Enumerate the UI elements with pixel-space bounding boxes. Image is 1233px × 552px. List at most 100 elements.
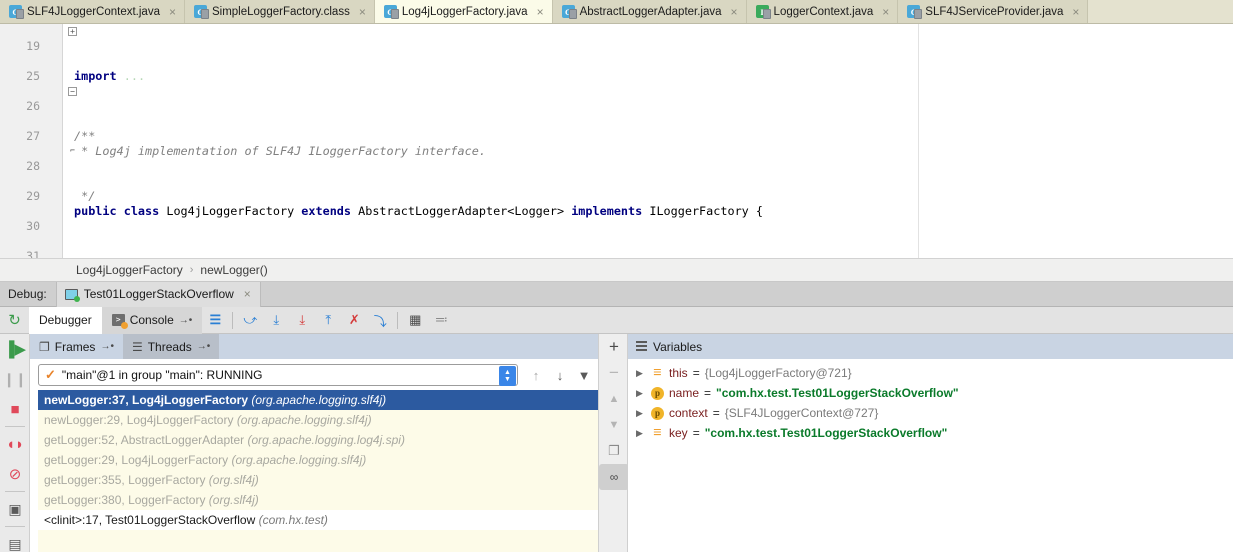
filter-frames-icon[interactable]: ▼ [574, 368, 594, 383]
watches-icon[interactable]: ∞ [599, 464, 629, 490]
pin-icon[interactable]: →• [197, 341, 211, 352]
editor-tab-slf4jloggercontext[interactable]: C SLF4JLoggerContext.java × [0, 0, 185, 23]
pin-icon[interactable]: →• [179, 315, 193, 326]
add-watch-icon[interactable]: + [599, 334, 629, 360]
chevron-right-icon[interactable]: ▶ [636, 383, 646, 403]
tab-label: AbstractLoggerAdapter.java [579, 5, 722, 18]
table-row[interactable]: getLogger:29, Log4jLoggerFactory (org.ap… [38, 450, 598, 470]
tab-debugger-label: Debugger [39, 313, 92, 327]
variable-name: this [669, 366, 688, 380]
frame-package: (org.apache.logging.slf4j) [231, 453, 367, 467]
ide-window: C SLF4JLoggerContext.java × C SimpleLogg… [0, 0, 1233, 552]
run-to-cursor-icon[interactable]: ⤵ [367, 307, 393, 334]
previous-frame-icon[interactable]: ↑ [526, 368, 546, 383]
rerun-icon[interactable]: ↻ [0, 307, 29, 334]
table-row[interactable]: newLogger:37, Log4jLoggerFactory (org.ap… [38, 390, 598, 410]
thread-running-check-icon: ✓ [45, 367, 56, 382]
tab-close-icon[interactable]: × [881, 6, 890, 18]
close-icon[interactable]: × [243, 288, 252, 300]
table-row[interactable]: newLogger:29, Log4jLoggerFactory (org.ap… [38, 410, 598, 430]
debug-session-tab[interactable]: Test01LoggerStackOverflow × [55, 281, 261, 307]
remove-watch-icon[interactable]: − [599, 360, 629, 386]
pin-icon[interactable]: →• [100, 341, 114, 352]
stop-icon[interactable]: ■ [0, 394, 30, 424]
variable-equals: = [692, 366, 700, 380]
fold-collapse-icon[interactable]: − [68, 87, 77, 96]
tab-label: Log4jLoggerFactory.java [401, 5, 528, 18]
layout-icon[interactable]: ▤ [0, 529, 30, 552]
move-down-icon[interactable]: ▼ [599, 412, 629, 438]
force-step-into-icon[interactable]: ⤓ [289, 307, 315, 334]
java-class-icon: C [9, 5, 24, 19]
evaluate-expression-icon[interactable]: ▦ [402, 307, 428, 334]
variable-parameter-icon: p [651, 406, 664, 420]
tab-console[interactable]: > Console →• [101, 306, 203, 334]
drop-frame-icon[interactable]: ✗ [341, 307, 367, 334]
step-into-icon[interactable]: ⤓ [263, 307, 289, 334]
editor-tab-simpleloggerfactory[interactable]: C SimpleLoggerFactory.class × [184, 0, 375, 23]
resume-program-icon[interactable]: ▐▶ [0, 334, 30, 364]
table-row[interactable]: getLogger:355, LoggerFactory (org.slf4j) [38, 470, 598, 490]
pause-program-icon[interactable]: ❙❙ [0, 364, 30, 394]
editor-tab-bar: C SLF4JLoggerContext.java × C SimpleLogg… [0, 0, 1233, 24]
tab-close-icon[interactable]: × [536, 6, 545, 18]
tab-debugger[interactable]: Debugger [29, 306, 102, 334]
tab-close-icon[interactable]: × [168, 6, 177, 18]
chevron-down-icon: ▼ [504, 376, 511, 383]
fold-expand-icon[interactable]: + [68, 27, 77, 36]
chevron-right-icon[interactable]: ▶ [636, 403, 646, 423]
tab-close-icon[interactable]: × [1071, 6, 1080, 18]
editor-tab-abstractloggeradapter[interactable]: C AbstractLoggerAdapter.java × [552, 0, 747, 23]
frame-package: (org.slf4j) [208, 493, 259, 507]
step-out-icon[interactable]: ⤒ [315, 307, 341, 334]
java-class-icon: C [561, 5, 577, 19]
mute-breakpoints-icon[interactable]: ⊘ [0, 459, 30, 489]
editor-tab-log4jloggerfactory[interactable]: C Log4jLoggerFactory.java × [374, 0, 553, 23]
table-row[interactable]: getLogger:52, AbstractLoggerAdapter (org… [38, 430, 598, 450]
code-editor[interactable]: 19 + import ... 25 26 − /** 27 * Log4j i… [0, 24, 1233, 258]
rail-separator [4, 526, 25, 527]
variable-row-key[interactable]: ▶ key = "com.hx.test.Test01LoggerStackOv… [628, 423, 1233, 443]
variable-equals: = [704, 386, 712, 400]
frame-method: <clinit>:17, Test01LoggerStackOverflow [44, 513, 256, 527]
toolbar-separator [397, 311, 399, 329]
tab-close-icon[interactable]: × [358, 6, 367, 18]
mute-breakpoints-icon[interactable]: ☰ [202, 307, 228, 334]
thread-selector-value: "main"@1 in group "main": RUNNING [61, 368, 263, 382]
variable-row-this[interactable]: ▶ this = {Log4jLoggerFactory@721} [628, 363, 1233, 383]
debug-label: Debug: [8, 287, 47, 301]
debug-session-icon [64, 288, 80, 302]
breadcrumb-class[interactable]: Log4jLoggerFactory [76, 263, 183, 277]
frames-panel: ❐ Frames →• ☰ Threads →• ✓ "main"@1 in g… [30, 334, 598, 552]
variable-row-context[interactable]: ▶ p context = {SLF4JLoggerContext@727} [628, 403, 1233, 423]
breadcrumb-method[interactable]: newLogger() [200, 263, 267, 277]
code-line-29: 29 public class Log4jLoggerFactory exten… [0, 174, 1233, 218]
toolbar-separator [232, 311, 234, 329]
move-up-icon[interactable]: ▲ [599, 386, 629, 412]
settings-icon[interactable]: ≕ [428, 307, 454, 334]
chevron-right-icon[interactable]: ▶ [636, 423, 646, 443]
view-breakpoints-icon[interactable]: ◖◗ [0, 429, 30, 459]
table-row[interactable]: getLogger:380, LoggerFactory (org.slf4j) [38, 490, 598, 510]
screenshot-icon[interactable]: ▣ [0, 494, 30, 524]
frames-icon: ❐ [39, 339, 50, 354]
variable-row-name[interactable]: ▶ p name = "com.hx.test.Test01LoggerStac… [628, 383, 1233, 403]
code-line-30: 30 [0, 204, 1233, 233]
thread-selector[interactable]: ✓ "main"@1 in group "main": RUNNING ▲ ▼ [38, 364, 518, 386]
chevron-right-icon[interactable]: ▶ [636, 363, 646, 383]
copy-icon[interactable]: ❐ [599, 438, 629, 464]
editor-tab-loggercontext[interactable]: I LoggerContext.java × [746, 0, 899, 23]
step-over-icon[interactable]: ⤻ [237, 307, 263, 334]
next-frame-icon[interactable]: ↓ [550, 368, 570, 383]
line-number: 19 [26, 39, 40, 53]
editor-tab-slf4jserviceprovider[interactable]: C SLF4JServiceProvider.java × [898, 0, 1089, 23]
tab-frames[interactable]: ❐ Frames →• [30, 334, 123, 359]
debug-left-rail: ▐▶ ❙❙ ■ ◖◗ ⊘ ▣ ▤ ▮ [0, 334, 30, 552]
table-row[interactable]: <clinit>:17, Test01LoggerStackOverflow (… [38, 510, 598, 530]
code-line-26: 26 − /** [0, 84, 1233, 143]
call-stack-list[interactable]: newLogger:37, Log4jLoggerFactory (org.ap… [38, 390, 598, 552]
tab-close-icon[interactable]: × [730, 6, 739, 18]
variable-value: {Log4jLoggerFactory@721} [704, 366, 852, 380]
tab-threads[interactable]: ☰ Threads →• [122, 334, 220, 359]
thread-selector-stepper-icon[interactable]: ▲ ▼ [499, 366, 516, 386]
